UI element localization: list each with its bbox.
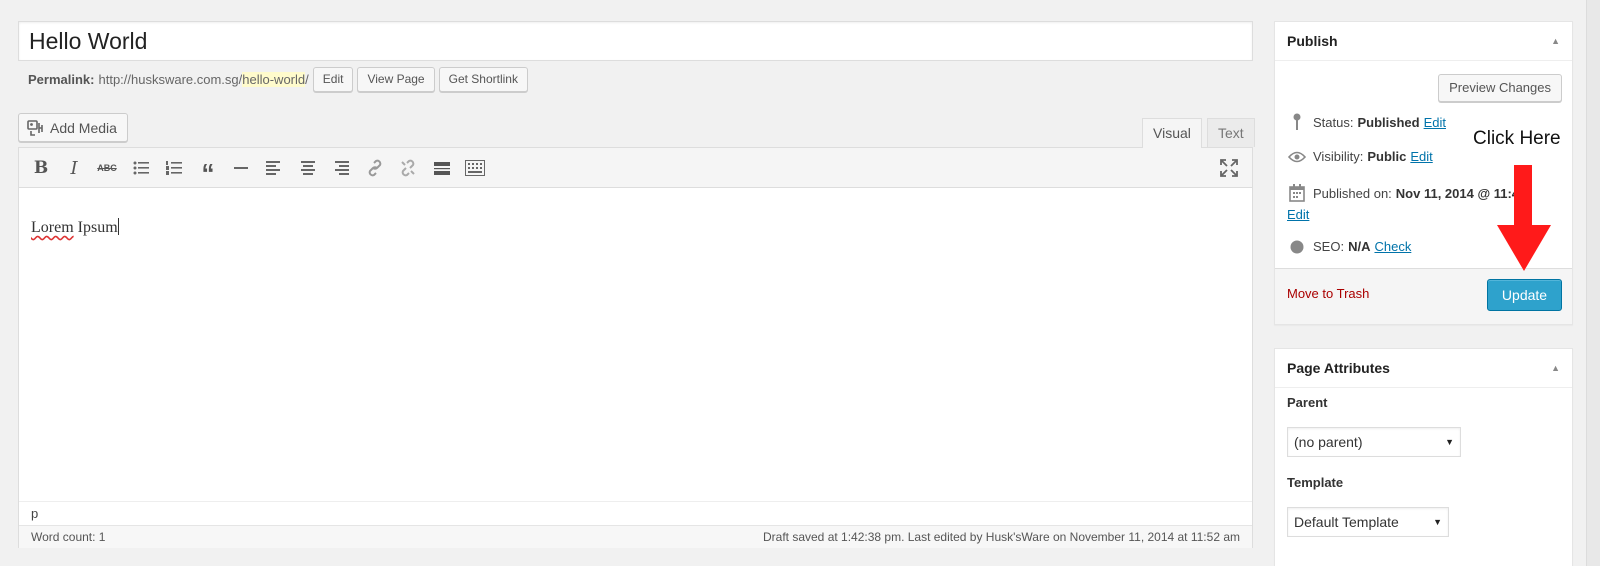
scrollbar[interactable] [1586,0,1600,566]
add-media-button[interactable]: Add Media [18,113,128,142]
click-here-annotation: Click Here [1471,128,1563,150]
visibility-label: Visibility: [1313,149,1364,164]
template-select[interactable]: Default Template ▼ [1287,507,1449,537]
bullet-list-icon[interactable] [129,156,153,180]
permalink-trail: / [305,71,309,87]
media-icon [27,119,43,136]
strikethrough-icon[interactable]: ABC [95,156,119,180]
bold-icon[interactable]: B [29,156,53,180]
align-left-icon[interactable] [262,156,286,180]
visibility-edit-link[interactable]: Edit [1410,149,1432,164]
red-arrow-icon [1497,165,1551,271]
move-to-trash-link[interactable]: Move to Trash [1287,286,1369,301]
permalink-row: Permalink: http://husksware.com.sg/hello… [28,66,528,92]
update-button[interactable]: Update [1487,279,1562,311]
status-label: Status: [1313,114,1354,130]
add-media-label: Add Media [50,119,117,136]
fullscreen-icon[interactable] [1217,156,1241,180]
edit-permalink-button[interactable]: Edit [312,66,354,92]
draft-status: Draft saved at 1:42:38 pm. Last edited b… [763,530,1240,544]
publish-heading: Publish [1287,33,1338,49]
eye-icon [1287,151,1307,163]
word-count: Word count: 1 [31,530,106,544]
published-edit-link[interactable]: Edit [1287,207,1309,222]
editor-toolbar: B I ABC “ [19,148,1252,188]
view-page-button[interactable]: View Page [357,66,435,92]
read-more-icon[interactable] [430,156,454,180]
parent-select-value: (no parent) [1294,434,1363,450]
horizontal-rule-icon[interactable] [229,156,253,180]
blockquote-icon[interactable]: “ [196,156,220,186]
page-attributes-heading: Page Attributes [1287,360,1390,376]
collapse-icon[interactable]: ▲ [1551,363,1560,373]
pin-icon [1287,113,1307,131]
permalink-slug[interactable]: hello-world [242,71,306,87]
remove-link-icon[interactable] [396,156,420,180]
collapse-icon[interactable]: ▲ [1551,36,1560,46]
dropdown-arrow-icon: ▼ [1445,437,1454,447]
visibility-row: Visibility: Public Edit [1287,149,1433,164]
editor-content[interactable]: Lorem Ipsum [19,188,1252,501]
page-attributes-header[interactable]: Page Attributes ▲ [1275,349,1572,388]
status-row: Status: Published Edit [1287,113,1446,131]
content-word-misspelled: Lorem [31,219,74,236]
parent-select[interactable]: (no parent) ▼ [1287,427,1461,457]
calendar-icon [1287,184,1307,202]
parent-label: Parent [1287,395,1328,410]
published-label: Published on: [1313,185,1392,201]
template-label: Template [1287,475,1344,490]
element-path: p [19,501,1252,525]
status-edit-link[interactable]: Edit [1424,115,1446,130]
visibility-value: Public [1367,149,1407,164]
permalink-label: Permalink: [28,71,95,87]
published-on-row: Published on: Nov 11, 2014 @ 11:49 [1287,184,1526,202]
numbered-list-icon[interactable] [162,156,186,180]
publish-header[interactable]: Publish ▲ [1275,22,1572,61]
align-center-icon[interactable] [296,156,320,180]
italic-icon[interactable]: I [62,156,86,180]
permalink-base: http://husksware.com.sg/ [98,71,243,87]
preview-changes-button[interactable]: Preview Changes [1438,74,1562,102]
editor: B I ABC “ Lorem Ipsum p Word count: 1 Dr… [18,147,1253,548]
editor-status-bar: Word count: 1 Draft saved at 1:42:38 pm.… [19,525,1252,548]
seo-check-link[interactable]: Check [1374,239,1411,254]
tab-visual[interactable]: Visual [1142,118,1202,148]
status-value: Published [1357,114,1420,130]
seo-row: SEO: N/A Check [1287,239,1411,254]
template-select-value: Default Template [1294,514,1399,530]
post-title-input[interactable]: Hello World [18,21,1253,61]
seo-label: SEO: [1313,239,1345,254]
page-attributes-box: Page Attributes ▲ Parent (no parent) ▼ T… [1274,348,1573,566]
tab-text[interactable]: Text [1207,118,1255,147]
content-text: Ipsum [73,219,118,236]
align-right-icon[interactable] [329,156,353,180]
seo-status-icon [1287,240,1307,254]
get-shortlink-button[interactable]: Get Shortlink [438,66,528,92]
toolbar-toggle-icon[interactable] [463,156,487,180]
insert-link-icon[interactable] [363,156,387,180]
seo-value: N/A [1348,239,1371,254]
text-caret [117,218,119,235]
publish-actions: Move to Trash Update [1275,268,1572,324]
dropdown-arrow-icon: ▼ [1433,517,1442,527]
